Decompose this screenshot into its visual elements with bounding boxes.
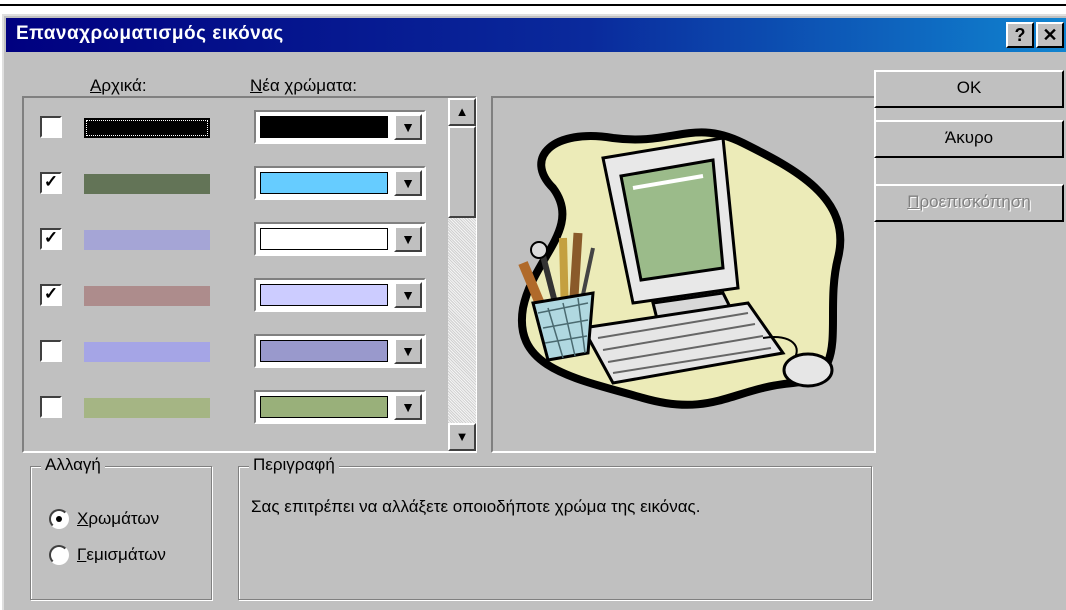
dropdown-arrow-icon[interactable]: ▼ bbox=[394, 114, 422, 140]
preview-button[interactable]: Προεπισκόπηση bbox=[874, 184, 1064, 222]
new-color-dropdown[interactable]: ▼ bbox=[254, 334, 426, 368]
colors-radio-label[interactable]: Χρωμάτων bbox=[77, 509, 159, 529]
scroll-down-button[interactable]: ▼ bbox=[448, 423, 476, 451]
original-color-swatch bbox=[84, 398, 210, 418]
ok-button[interactable]: OK bbox=[874, 70, 1064, 108]
new-color-swatch bbox=[260, 396, 388, 418]
top-border-line bbox=[0, 4, 1066, 6]
dialog-title: Επαναχρωματισμός εικόνας bbox=[16, 23, 284, 44]
new-color-swatch bbox=[260, 228, 388, 250]
new-color-swatch bbox=[260, 284, 388, 306]
scroll-up-icon: ▲ bbox=[455, 104, 469, 119]
close-button[interactable]: ✕ bbox=[1036, 22, 1064, 48]
scroll-thumb[interactable] bbox=[448, 126, 476, 218]
color-row: ✓ ▼ bbox=[24, 222, 444, 278]
new-color-dropdown[interactable]: ▼ bbox=[254, 278, 426, 312]
original-color-swatch bbox=[84, 174, 210, 194]
scroll-down-icon: ▼ bbox=[455, 429, 469, 444]
scroll-up-button[interactable]: ▲ bbox=[448, 98, 476, 126]
change-groupbox: Αλλαγή Χρωμάτων Γεμισμάτων bbox=[30, 455, 212, 600]
original-color-swatch bbox=[84, 342, 210, 362]
row-checkbox[interactable]: ✓ bbox=[40, 228, 62, 250]
radio-selected-dot bbox=[56, 516, 62, 522]
new-colors-column-header: Νέα χρώματα: bbox=[250, 76, 357, 95]
new-color-dropdown[interactable]: ▼ bbox=[254, 166, 426, 200]
change-group-legend: Αλλαγή bbox=[41, 455, 105, 475]
title-bar[interactable]: Επαναχρωματισμός εικόνας ? ✕ bbox=[6, 18, 1066, 52]
colors-radio[interactable] bbox=[49, 509, 69, 529]
description-group-legend: Περιγραφή bbox=[249, 455, 339, 475]
color-row: ▼ bbox=[24, 334, 444, 390]
dropdown-arrow-icon[interactable]: ▼ bbox=[394, 170, 422, 196]
new-color-dropdown[interactable]: ▼ bbox=[254, 390, 426, 424]
new-color-dropdown[interactable]: ▼ bbox=[254, 222, 426, 256]
close-icon: ✕ bbox=[1042, 25, 1058, 45]
new-color-swatch bbox=[260, 116, 388, 138]
row-checkbox[interactable] bbox=[40, 396, 62, 418]
dropdown-arrow-icon[interactable]: ▼ bbox=[394, 282, 422, 308]
row-checkbox[interactable] bbox=[40, 116, 62, 138]
color-row: ▼ bbox=[24, 390, 444, 446]
original-color-swatch bbox=[84, 286, 210, 306]
fills-radio[interactable] bbox=[49, 545, 69, 565]
dropdown-arrow-icon[interactable]: ▼ bbox=[394, 226, 422, 252]
recolor-picture-dialog: Επαναχρωματισμός εικόνας ? ✕ Αρχικά: Νέα… bbox=[2, 14, 1066, 610]
color-row: ✓ ▼ bbox=[24, 166, 444, 222]
color-list: ▼ ✓ ▼ ✓ ▼ ✓ ▼ ▼ ▼ ▲ ▼ bbox=[22, 96, 477, 453]
new-color-swatch bbox=[260, 340, 388, 362]
fills-radio-label[interactable]: Γεμισμάτων bbox=[77, 545, 166, 565]
row-checkbox[interactable]: ✓ bbox=[40, 172, 62, 194]
color-row: ▼ bbox=[24, 110, 444, 166]
row-checkbox[interactable] bbox=[40, 340, 62, 362]
original-color-swatch bbox=[84, 118, 210, 138]
computer-clipart bbox=[517, 128, 845, 409]
original-column-header: Αρχικά: bbox=[90, 76, 147, 95]
original-color-swatch bbox=[84, 230, 210, 250]
dropdown-arrow-icon[interactable]: ▼ bbox=[394, 338, 422, 364]
dropdown-arrow-icon[interactable]: ▼ bbox=[394, 394, 422, 420]
description-groupbox: Περιγραφή Σας επιτρέπει να αλλάξετε οποι… bbox=[238, 455, 872, 600]
color-list-scrollbar[interactable]: ▲ ▼ bbox=[448, 98, 476, 451]
description-text: Σας επιτρέπει να αλλάξετε οποιοδήποτε χρ… bbox=[251, 497, 701, 516]
new-color-dropdown[interactable]: ▼ bbox=[254, 110, 426, 144]
new-color-swatch bbox=[260, 172, 388, 194]
picture-preview bbox=[491, 96, 876, 453]
help-button[interactable]: ? bbox=[1006, 22, 1034, 48]
row-checkbox[interactable]: ✓ bbox=[40, 284, 62, 306]
color-row: ✓ ▼ bbox=[24, 278, 444, 334]
cancel-button[interactable]: Άκυρο bbox=[874, 120, 1064, 158]
